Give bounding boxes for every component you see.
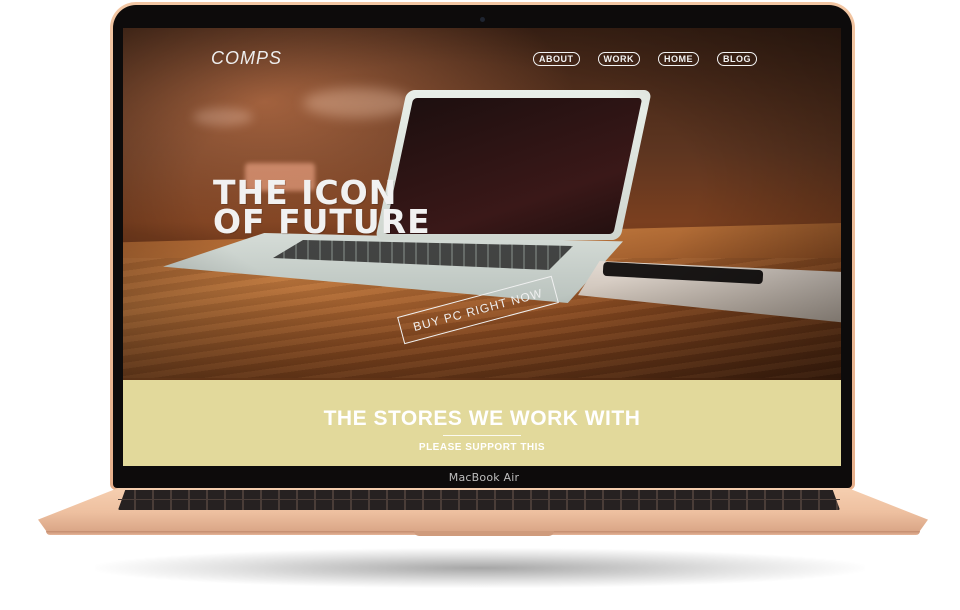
nav-item-work[interactable]: WORK: [597, 52, 640, 66]
nav-item-blog[interactable]: BLOG: [717, 52, 757, 66]
stores-subtitle: PLEASE SUPPORT THIS: [418, 442, 546, 453]
site-logo[interactable]: COMPS: [211, 48, 282, 69]
hero-section: COMPS ABOUT WORK HOME BLOG THE ICON OF F…: [123, 28, 841, 380]
main-nav: ABOUT WORK HOME BLOG: [533, 52, 757, 66]
nav-item-about[interactable]: ABOUT: [533, 52, 580, 66]
stores-section: THE STORES WE WORK WITH PLEASE SUPPORT T…: [123, 380, 841, 466]
stores-divider: [443, 435, 521, 436]
stores-title: THE STORES WE WORK WITH: [323, 407, 641, 430]
hero-title: THE ICON OF FUTURE: [213, 173, 431, 241]
keyboard-row-divider: [118, 499, 840, 500]
trackpad-notch: [414, 531, 554, 536]
laptop-shadow: [95, 548, 865, 588]
camera-icon: [480, 17, 485, 22]
laptop-keyboard: [118, 490, 840, 510]
device-model-label: MacBook Air: [448, 471, 520, 484]
laptop-screen: COMPS ABOUT WORK HOME BLOG THE ICON OF F…: [123, 28, 841, 466]
nav-item-home[interactable]: HOME: [658, 52, 699, 66]
